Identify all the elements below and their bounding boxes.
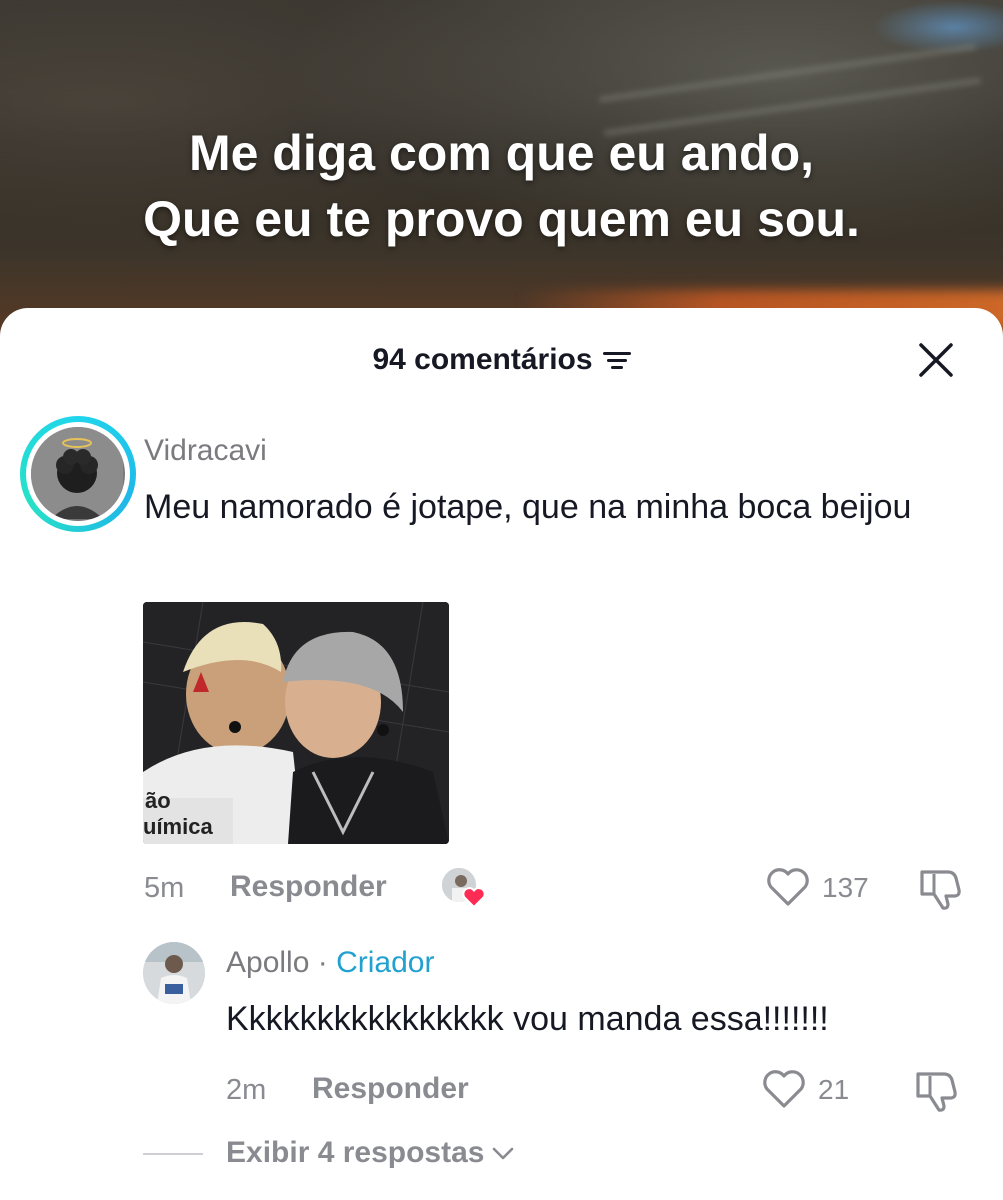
avatar-vidracavi[interactable] <box>20 416 136 532</box>
creator-badge: Criador <box>336 946 435 979</box>
reply-dislike-icon[interactable] <box>912 1066 960 1114</box>
caption-line-2: Que eu te provo quem eu sou. <box>143 191 860 247</box>
comment-text: Meu namorado é jotape, que na minha boca… <box>144 488 912 526</box>
caption-line-1: Me diga com que eu ando, <box>188 125 815 181</box>
dislike-icon[interactable] <box>916 864 964 912</box>
svg-text:uímica: uímica <box>143 814 213 839</box>
reply-text: Kkkkkkkkkkkkkkkk vou manda essa!!!!!!! <box>226 1000 829 1038</box>
comment-attached-image[interactable]: ão uímica <box>143 602 449 844</box>
comments-header: 94 comentários <box>0 338 1003 382</box>
like-heart-icon[interactable] <box>766 866 810 908</box>
comment-username[interactable]: Vidracavi <box>144 434 267 468</box>
avatar-image <box>31 427 125 521</box>
separator-dot: · <box>317 946 328 979</box>
view-replies-button[interactable]: Exibir 4 respostas <box>226 1136 516 1170</box>
video-background[interactable]: Me diga com que eu ando, Que eu te provo… <box>0 0 1003 340</box>
reply-button[interactable]: Responder <box>230 870 387 904</box>
reply-like-count: 21 <box>818 1074 850 1105</box>
reply-like-heart-icon[interactable] <box>762 1068 806 1110</box>
like-count: 137 <box>822 872 869 903</box>
liked-by-creator <box>440 866 486 910</box>
reply-header: Apollo · Criador <box>226 946 434 980</box>
video-caption: Me diga com que eu ando, Que eu te provo… <box>0 120 1003 252</box>
avatar-apollo[interactable] <box>143 942 205 1004</box>
filter-icon[interactable] <box>602 349 631 371</box>
replies-divider <box>143 1153 203 1155</box>
chevron-down-icon <box>493 1147 514 1160</box>
reply-reply-button[interactable]: Responder <box>312 1072 469 1106</box>
reply-time: 2m <box>226 1074 267 1106</box>
heart-badge-icon <box>462 887 486 908</box>
comment-time: 5m <box>144 872 185 904</box>
svg-text:ão: ão <box>145 788 171 813</box>
close-icon[interactable] <box>918 342 954 378</box>
view-replies-label: Exibir 4 respostas <box>226 1136 485 1169</box>
reply-username[interactable]: Apollo <box>226 946 309 979</box>
comment-count: 94 comentários <box>372 343 593 376</box>
